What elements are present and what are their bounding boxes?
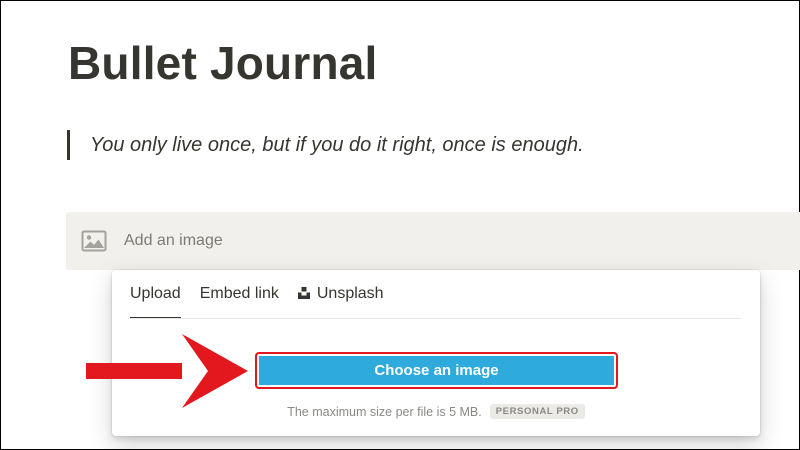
add-image-label: Add an image: [124, 232, 223, 249]
size-limit-text: The maximum size per file is 5 MB.: [287, 404, 482, 419]
tab-embed-link[interactable]: Embed link: [200, 270, 279, 318]
unsplash-icon: [297, 287, 310, 299]
add-image-block[interactable]: Add an image: [66, 212, 800, 270]
tab-upload-label: Upload: [130, 285, 181, 302]
image-icon: [81, 230, 107, 252]
tab-unsplash-label: Unsplash: [316, 285, 384, 302]
choose-image-button[interactable]: Choose an image: [255, 352, 618, 389]
quote-block[interactable]: You only live once, but if you do it rig…: [67, 130, 584, 160]
tab-embed-link-label: Embed link: [199, 285, 279, 302]
red-arrow-annotation: [86, 334, 248, 408]
tab-upload[interactable]: Upload: [130, 270, 181, 319]
tab-unsplash[interactable]: Unsplash: [297, 270, 384, 318]
plan-badge: PERSONAL PRO: [489, 404, 585, 419]
popover-tabs: Upload Embed link Unsplash: [130, 270, 760, 319]
page-title[interactable]: Bullet Journal: [68, 36, 378, 90]
quote-text: You only live once, but if you do it rig…: [90, 133, 584, 156]
tabs-divider: [130, 318, 742, 319]
